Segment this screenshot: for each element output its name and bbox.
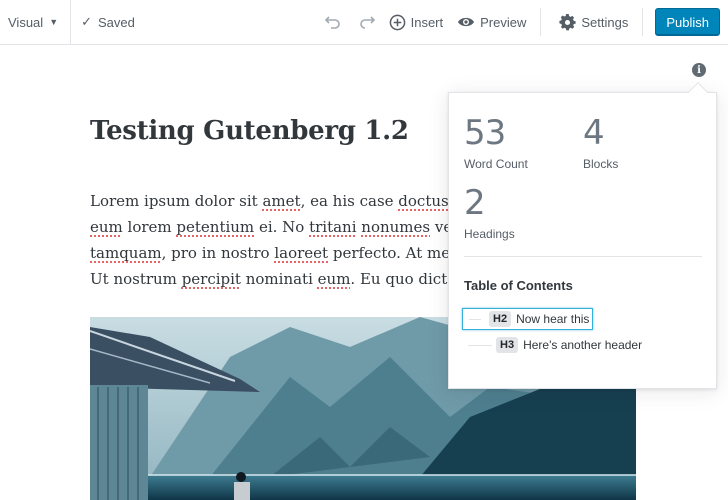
misspelled-word: nonumes [361, 218, 431, 236]
text-run: . Eu quo dicta [350, 270, 461, 288]
settings-button[interactable]: Settings [559, 13, 629, 31]
misspelled-word: petentium [176, 218, 255, 236]
blocks-label: Blocks [583, 157, 619, 171]
blocks-stat: 4 Blocks [583, 115, 618, 171]
word-count-stat: 53 Word Count [464, 115, 528, 171]
toolbar-divider [540, 8, 542, 36]
gear-icon [559, 13, 576, 30]
text-run: Lorem ipsum dolor sit [90, 192, 263, 210]
post-title[interactable]: Testing Gutenberg 1.2 [90, 116, 409, 146]
redo-button[interactable] [359, 15, 375, 29]
text-run: , pro in nostro [161, 244, 275, 262]
blocks-value: 4 [583, 113, 605, 153]
toolbar-divider [642, 8, 644, 36]
text-run: ei. No [254, 218, 310, 236]
misspelled-word: eum [317, 270, 351, 288]
publish-button[interactable]: Publish [655, 8, 720, 36]
undo-button[interactable] [324, 15, 341, 29]
preview-button[interactable]: Preview [457, 15, 526, 30]
toc-item[interactable]: H2 Now hear this [462, 308, 594, 330]
caret-down-icon: ▼ [49, 17, 59, 27]
toc-indent-line [468, 344, 492, 346]
info-popover: 53 Word Count 4 Blocks 2 Headings Table … [448, 92, 717, 389]
word-count-label: Word Count [464, 157, 528, 171]
saved-label: Saved [98, 14, 135, 30]
plus-circle-icon [389, 14, 405, 30]
headings-value: 2 [464, 183, 486, 223]
heading-level-badge: H2 [489, 311, 512, 327]
eye-icon [458, 17, 475, 27]
toc-indent-line [469, 318, 481, 320]
toc-item[interactable]: H3 Here's another header [468, 334, 642, 356]
toc-title: Table of Contents [464, 278, 573, 293]
misspelled-word: eum [90, 218, 123, 236]
undo-icon [324, 16, 340, 29]
checkmark-icon: ✓ [81, 14, 93, 29]
toc-item-text: Now hear this [516, 312, 590, 326]
misspelled-word: laoreet [274, 244, 329, 262]
misspelled-word: percipit [181, 270, 241, 288]
insert-label: Insert [410, 14, 444, 30]
text-run: perfecto. At mel [328, 244, 460, 262]
misspelled-word: tamquam [90, 244, 162, 262]
text-run: lorem [122, 218, 177, 236]
editor-mode-label: Visual [8, 14, 44, 30]
text-run: Ut nostrum [90, 270, 182, 288]
misspelled-word: amet [262, 192, 301, 210]
misspelled-word: tritani [309, 218, 357, 236]
popover-divider [464, 256, 702, 257]
heading-level-badge: H3 [496, 337, 519, 353]
text-run: , ea his case [300, 192, 399, 210]
editor-mode-dropdown[interactable]: Visual ▼ [0, 0, 72, 44]
headings-stat: 2 Headings [464, 185, 515, 241]
toc-item-text: Here's another header [523, 338, 643, 352]
editor-toolbar: Visual ▼ ✓ Saved Insert Preview Settings… [0, 0, 728, 45]
saved-status: ✓ Saved [71, 14, 135, 30]
redo-icon [359, 16, 375, 29]
headings-label: Headings [464, 227, 515, 241]
word-count-value: 53 [464, 113, 506, 153]
preview-label: Preview [480, 14, 527, 30]
insert-button[interactable]: Insert [389, 14, 444, 31]
settings-label: Settings [581, 14, 629, 30]
misspelled-word: doctus [398, 192, 449, 210]
text-run: nominati [240, 270, 318, 288]
info-icon[interactable]: i [692, 63, 706, 77]
